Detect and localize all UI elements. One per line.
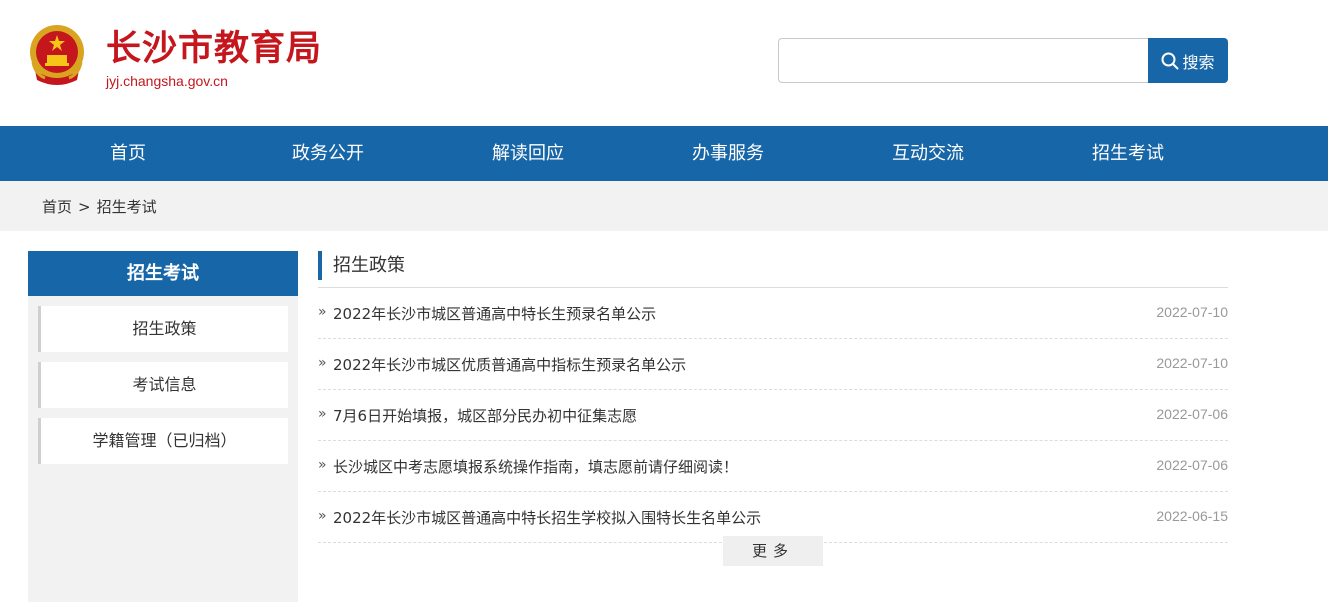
sidebar: 招生考试 招生政策 考试信息 学籍管理（已归档） [28,251,298,602]
bullet-icon: » [318,508,327,524]
section-accent-bar [318,251,322,280]
news-date: 2022-07-06 [1156,406,1228,422]
header: 长沙市教育局 jyj.changsha.gov.cn 搜索 [0,0,1328,126]
news-date: 2022-07-10 [1156,355,1228,371]
national-emblem-icon[interactable] [27,22,87,88]
site-domain: jyj.changsha.gov.cn [106,73,228,89]
bullet-icon: » [318,304,327,320]
bullet-icon: » [318,406,327,422]
main-content: 招生政策 » 2022年长沙市城区普通高中特长生预录名单公示 2022-07-1… [318,251,1228,566]
news-title-link[interactable]: 2022年长沙市城区优质普通高中指标生预录名单公示 [333,354,686,375]
nav-item-interaction[interactable]: 互动交流 [828,126,1028,181]
sidebar-title: 招生考试 [28,251,298,296]
content-area: 招生考试 招生政策 考试信息 学籍管理（已归档） 招生政策 » 2022年长沙市… [0,231,1328,602]
sidebar-item-exam-info[interactable]: 考试信息 [38,362,288,408]
news-item: » 7月6日开始填报，城区部分民办初中征集志愿 2022-07-06 [318,390,1228,441]
news-list: » 2022年长沙市城区普通高中特长生预录名单公示 2022-07-10 » 2… [318,288,1228,543]
news-item: » 2022年长沙市城区优质普通高中指标生预录名单公示 2022-07-10 [318,339,1228,390]
site-title[interactable]: 长沙市教育局 [106,27,322,71]
breadcrumb-current[interactable]: 招生考试 [97,198,157,216]
news-title-link[interactable]: 2022年长沙市城区普通高中特长招生学校拟入围特长生名单公示 [333,507,761,528]
news-title-link[interactable]: 长沙城区中考志愿填报系统操作指南，填志愿前请仔细阅读！ [333,456,738,477]
news-date: 2022-06-15 [1156,508,1228,524]
search-button[interactable]: 搜索 [1148,38,1228,83]
news-date: 2022-07-06 [1156,457,1228,473]
news-item: » 2022年长沙市城区普通高中特长生预录名单公示 2022-07-10 [318,288,1228,339]
breadcrumb-separator: > [78,198,91,216]
search-icon [1161,52,1179,69]
more-button[interactable]: 更多 [723,536,823,566]
breadcrumb-home[interactable]: 首页 [42,198,72,216]
news-title-link[interactable]: 7月6日开始填报，城区部分民办初中征集志愿 [333,405,637,426]
breadcrumb-bar: 首页 > 招生考试 [0,181,1328,231]
bullet-icon: » [318,457,327,473]
section-header: 招生政策 [318,251,1228,288]
search-button-label: 搜索 [1182,52,1215,72]
news-title-link[interactable]: 2022年长沙市城区普通高中特长生预录名单公示 [333,303,656,324]
search-bar: 搜索 [778,38,1228,83]
sidebar-item-student-records[interactable]: 学籍管理（已归档） [38,418,288,464]
nav-item-interpretation[interactable]: 解读回应 [428,126,628,181]
bullet-icon: » [318,355,327,371]
nav-item-gov-affairs[interactable]: 政务公开 [228,126,428,181]
main-nav: 首页 政务公开 解读回应 办事服务 互动交流 招生考试 [0,126,1328,181]
nav-item-home[interactable]: 首页 [28,126,228,181]
search-input[interactable] [778,38,1150,83]
nav-item-services[interactable]: 办事服务 [628,126,828,181]
news-date: 2022-07-10 [1156,304,1228,320]
news-item: » 长沙城区中考志愿填报系统操作指南，填志愿前请仔细阅读！ 2022-07-06 [318,441,1228,492]
section-title: 招生政策 [333,255,405,276]
sidebar-item-enrollment-policy[interactable]: 招生政策 [38,306,288,352]
nav-item-enrollment-exams[interactable]: 招生考试 [1028,126,1228,181]
breadcrumb: 首页 > 招生考试 [42,181,157,233]
